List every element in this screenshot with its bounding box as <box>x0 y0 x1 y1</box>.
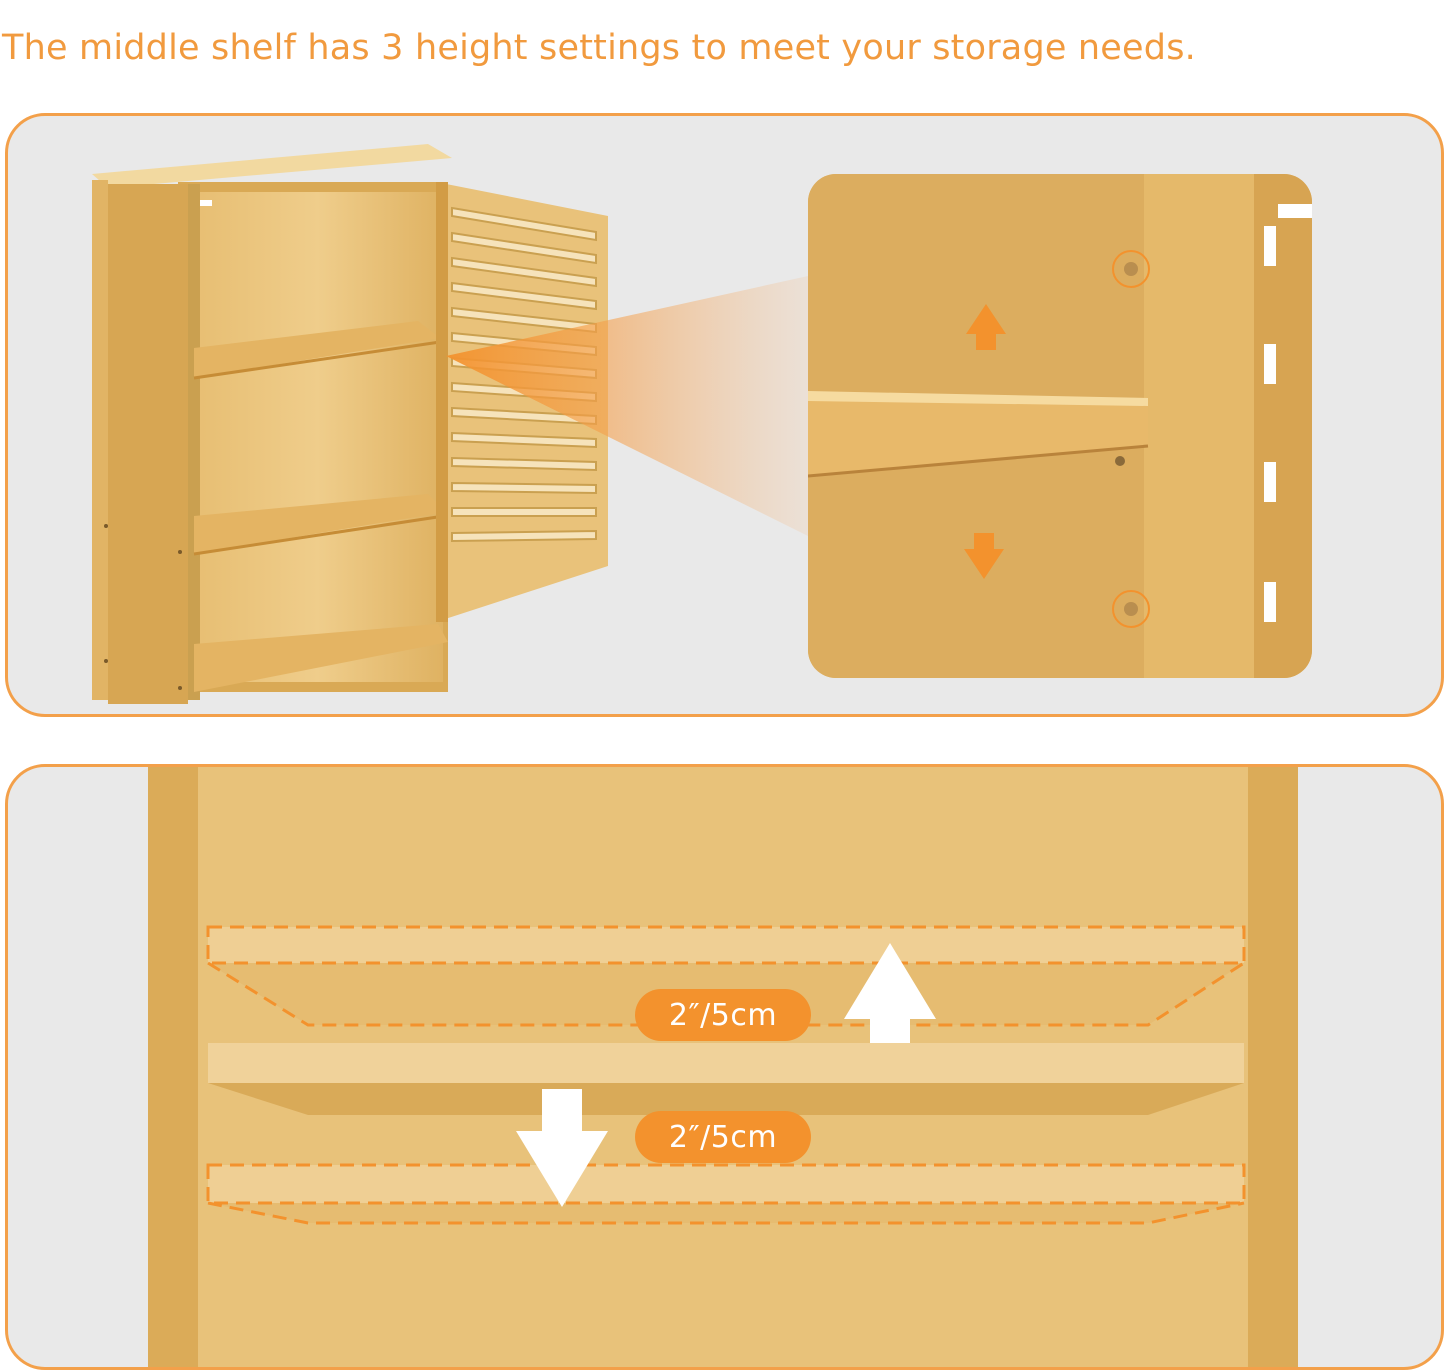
headline: The middle shelf has 3 height settings t… <box>2 28 1196 68</box>
shelf-zoom-detail <box>808 174 1312 678</box>
cabinet <box>92 144 608 704</box>
cabinet-illustration <box>92 144 1312 704</box>
shelf-adjust-panel: 2″/5cm 2″/5cm <box>5 764 1444 1370</box>
shelf-adjust-illustration <box>148 767 1298 1367</box>
upper-gap-label: 2″/5cm <box>635 989 811 1041</box>
middle-shelf <box>208 1043 1244 1115</box>
cabinet-overview-panel <box>5 113 1444 717</box>
lower-gap-label: 2″/5cm <box>635 1111 811 1163</box>
lower-shelf-position <box>206 1163 1246 1225</box>
